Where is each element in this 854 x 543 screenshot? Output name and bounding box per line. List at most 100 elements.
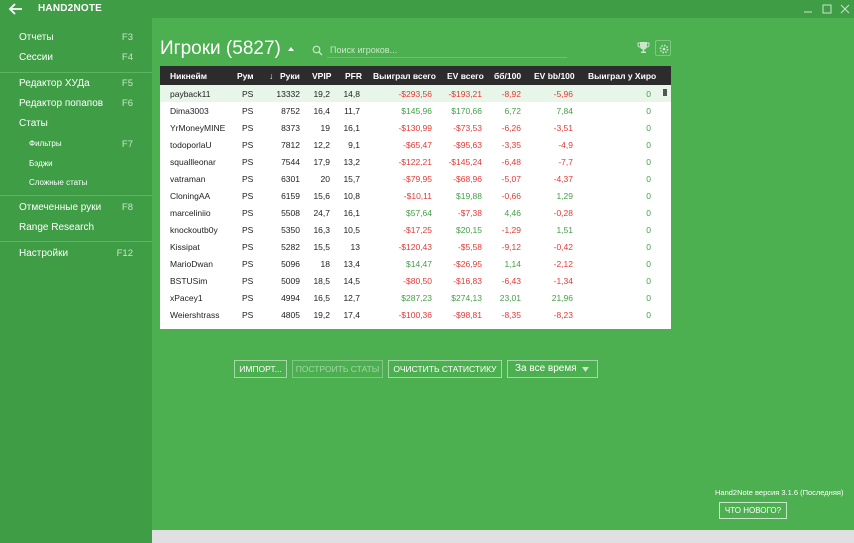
import-button[interactable]: ИМПОРТ... xyxy=(234,360,287,378)
table-row[interactable]: YrMoneyMINE PS 8373 19 16,1 -$130,99 -$73,53 -6… xyxy=(160,119,671,136)
cell-ev-total: -$193,21 xyxy=(448,89,482,99)
column-header-vpip[interactable]: VPIP xyxy=(312,71,331,81)
cell-ev-total: -$5,58 xyxy=(457,242,482,252)
cell-pfr: 16,1 xyxy=(343,208,360,218)
sidebar-item-range-research[interactable]: Range Research xyxy=(0,218,152,238)
cell-ev-bb100: 7,84 xyxy=(556,106,573,116)
table-row[interactable]: BSTUSim PS 5009 18,5 14,5 -$80,50 -$16,83 -6,43… xyxy=(160,272,671,289)
whats-new-button[interactable]: ЧТО НОВОГО? xyxy=(719,502,787,519)
table-row[interactable]: CloningAA PS 6159 15,6 10,8 -$10,11 $19,88 -0,6… xyxy=(160,187,671,204)
table-row[interactable]: marceliniio PS 5508 24,7 16,1 $57,64 -$7,38 4,4… xyxy=(160,204,671,221)
cell-bb100: -8,92 xyxy=(501,89,521,99)
column-header-hands[interactable]: Руки xyxy=(280,71,300,81)
cell-nickname: YrMoneyMINE xyxy=(170,123,226,133)
sidebar-item-reports[interactable]: Отчеты F3 xyxy=(0,28,152,48)
cell-bb100: -6,48 xyxy=(501,157,521,167)
column-header-bb100[interactable]: бб/100 xyxy=(494,71,521,81)
cell-vpip: 19 xyxy=(320,123,330,133)
search-input[interactable] xyxy=(327,42,567,58)
back-arrow-icon[interactable] xyxy=(8,1,24,17)
column-header-ev-bb100[interactable]: EV bb/100 xyxy=(534,71,575,81)
settings-button[interactable] xyxy=(655,40,671,56)
column-header-ev-total[interactable]: EV всего xyxy=(447,71,484,81)
cell-won-vs-hero: 0 xyxy=(646,259,651,269)
cell-nickname: squallleonar xyxy=(170,157,216,167)
sidebar-item-marked-hands[interactable]: Отмеченные руки F8 xyxy=(0,198,152,218)
cell-vpip: 24,7 xyxy=(313,208,330,218)
cell-won-vs-hero: 0 xyxy=(646,191,651,201)
minimize-icon[interactable] xyxy=(802,3,814,15)
app-title: HAND2NOTE xyxy=(38,3,103,14)
table-row[interactable]: Dima3003 PS 8752 16,4 11,7 $145,96 $170,66 6,72… xyxy=(160,102,671,119)
clear-stats-button[interactable]: ОЧИСТИТЬ СТАТИСТИКУ xyxy=(388,360,502,378)
cell-vpip: 15,6 xyxy=(313,191,330,201)
table-row[interactable]: MarioDwan PS 5096 18 13,4 $14,47 -$26,95 1,14 -2… xyxy=(160,255,671,272)
cell-won-total: $145,96 xyxy=(401,106,432,116)
table-row[interactable]: payback11 PS 13332 19,2 14,8 -$293,56 -$193,21… xyxy=(160,85,671,102)
sidebar-item-badges[interactable]: Бэджи xyxy=(0,154,152,174)
sidebar-item-hud-editor[interactable]: Редактор ХУДа F5 xyxy=(0,74,152,94)
sidebar-item-popup-editor[interactable]: Редактор попапов F6 xyxy=(0,94,152,114)
cell-won-vs-hero: 0 xyxy=(646,157,651,167)
table-row[interactable]: xPacey1 PS 4994 16,5 12,7 $287,23 $274,13 23,01… xyxy=(160,289,671,306)
cell-room: PS xyxy=(242,259,254,269)
cell-ev-total: -$95,63 xyxy=(453,140,482,150)
cell-won-total: -$65,47 xyxy=(403,140,432,150)
sidebar-item-label: Редактор попапов xyxy=(19,98,104,109)
cell-won-vs-hero: 0 xyxy=(646,310,651,320)
cell-vpip: 20 xyxy=(320,174,330,184)
cell-room: PS xyxy=(242,106,254,116)
build-stats-button[interactable]: ПОСТРОИТЬ СТАТЫ xyxy=(292,360,383,378)
cell-nickname: BSTUSim xyxy=(170,276,208,286)
table-row[interactable]: knockoutb0y PS 5350 16,3 10,5 -$17,25 $20,15 -1… xyxy=(160,221,671,238)
trophy-icon[interactable] xyxy=(637,41,650,54)
sidebar-item-filters[interactable]: Фильтры F7 xyxy=(0,134,152,154)
cell-bb100: -3,35 xyxy=(501,140,521,150)
table-row[interactable]: Kissipat PS 5282 15,5 13 -$120,43 -$5,58 -9,12 -… xyxy=(160,238,671,255)
cell-won-total: $57,64 xyxy=(406,208,432,218)
period-dropdown[interactable]: За все время xyxy=(507,360,598,378)
cell-ev-bb100: 1,29 xyxy=(556,191,573,201)
cell-ev-total: $170,66 xyxy=(451,106,482,116)
sidebar-item-sessions[interactable]: Сессии F4 xyxy=(0,48,152,68)
column-header-won-total[interactable]: Выиграл всего xyxy=(373,71,436,81)
cell-room: PS xyxy=(242,157,254,167)
table-row[interactable]: vatraman PS 6301 20 15,7 -$79,95 -$68,96 -5,07 -… xyxy=(160,170,671,187)
column-header-room[interactable]: Рум xyxy=(237,71,254,81)
cell-ev-total: -$26,95 xyxy=(453,259,482,269)
table-row[interactable]: Weiershtrass PS 4805 19,2 17,4 -$100,36 -$98,8… xyxy=(160,306,671,323)
cell-hands: 7544 xyxy=(281,157,300,167)
cell-ev-total: -$7,38 xyxy=(457,208,482,218)
version-label: Hand2Note версия 3.1.6 (Последняя) xyxy=(715,488,844,497)
cell-won-vs-hero: 0 xyxy=(646,293,651,303)
maximize-icon[interactable] xyxy=(821,3,833,15)
cell-room: PS xyxy=(242,123,254,133)
cell-nickname: MarioDwan xyxy=(170,259,213,269)
caret-up-icon[interactable] xyxy=(287,46,295,52)
table-row[interactable]: todoporlaU PS 7812 12,2 9,1 -$65,47 -$95,63 -3,… xyxy=(160,136,671,153)
cell-vpip: 15,5 xyxy=(313,242,330,252)
cell-won-total: -$79,95 xyxy=(403,174,432,184)
column-header-nickname[interactable]: Никнейм xyxy=(170,71,207,81)
sidebar-item-stats[interactable]: Статы xyxy=(0,114,152,134)
column-header-pfr[interactable]: PFR xyxy=(345,71,362,81)
close-icon[interactable] xyxy=(839,3,851,15)
cell-vpip: 18,5 xyxy=(313,276,330,286)
sidebar-item-label: Сложные статы xyxy=(29,178,88,187)
cell-hands: 13332 xyxy=(276,89,300,99)
cell-won-total: $287,23 xyxy=(401,293,432,303)
cell-ev-total: -$16,83 xyxy=(453,276,482,286)
cell-won-vs-hero: 0 xyxy=(646,276,651,286)
cell-bb100: -8,35 xyxy=(501,310,521,320)
sidebar-item-shortcut: F8 xyxy=(121,202,133,213)
scrollbar-thumb[interactable] xyxy=(663,89,667,96)
cell-pfr: 17,4 xyxy=(343,310,360,320)
sidebar-item-settings[interactable]: Настройки F12 xyxy=(0,244,152,264)
cell-bb100: 6,72 xyxy=(504,106,521,116)
column-header-won-vs-hero[interactable]: Выиграл у Хиро xyxy=(588,71,656,81)
table-row[interactable]: squallleonar PS 7544 17,9 13,2 -$122,21 -$145,… xyxy=(160,153,671,170)
cell-vpip: 16,4 xyxy=(313,106,330,116)
sidebar-item-label: Отмеченные руки xyxy=(19,202,102,213)
sidebar-item-complex-stats[interactable]: Сложные статы xyxy=(0,173,152,193)
cell-won-total: -$120,43 xyxy=(398,242,432,252)
